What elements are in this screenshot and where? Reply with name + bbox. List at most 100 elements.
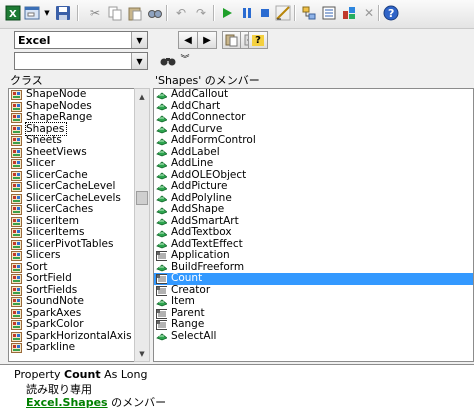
design-mode-icon[interactable] xyxy=(274,4,292,22)
show-hide-search-results-button[interactable]: ︾ xyxy=(178,52,192,68)
class-item-label: Slicers xyxy=(26,249,61,261)
classes-list[interactable]: ShapeNode ShapeNodes ShapeRange Shapes Sheet… xyxy=(8,88,135,362)
library-combo-value: Excel xyxy=(18,34,51,47)
go-forward-button[interactable]: ▶ xyxy=(197,31,217,49)
class-item-label: Sort xyxy=(26,260,48,273)
svg-text:X: X xyxy=(9,9,17,20)
member-item-label: AddFormControl xyxy=(171,134,256,146)
help-icon[interactable]: ? xyxy=(382,4,400,22)
method-icon xyxy=(156,125,167,135)
reset-icon[interactable] xyxy=(256,4,274,22)
members-list[interactable]: AddCallout AddChart AddConnector AddCurve Ad… xyxy=(153,88,474,362)
class-icon xyxy=(11,205,22,215)
excel-icon[interactable]: X xyxy=(4,4,22,22)
classes-scrollbar[interactable]: ▲ ▼ xyxy=(134,88,150,362)
class-icon xyxy=(11,251,22,261)
details-pane: Property Count As Long 読み取り専用 Excel.Shap… xyxy=(0,364,474,415)
find-icon[interactable] xyxy=(146,4,164,22)
member-item-label: AddPolyline xyxy=(171,191,232,204)
class-icon xyxy=(11,136,22,146)
class-icon xyxy=(11,101,22,112)
method-icon xyxy=(156,182,167,192)
undo-icon[interactable]: ↶ xyxy=(172,4,190,22)
class-item-label: SlicerPivotTables xyxy=(26,237,114,250)
class-icon xyxy=(11,320,22,330)
member-of-link[interactable]: Excel.Shapes xyxy=(26,396,108,409)
class-item-label: SlicerItems xyxy=(26,226,85,238)
object-browser-icon[interactable] xyxy=(340,4,358,22)
arrow-left-icon: ◀ xyxy=(184,34,192,46)
class-icon xyxy=(11,182,22,192)
property-icon xyxy=(156,308,167,319)
method-icon xyxy=(156,113,167,123)
paste-icon[interactable] xyxy=(126,4,144,22)
library-combo-chevron-down-icon[interactable]: ▼ xyxy=(131,32,147,48)
member-item-label: AddConnector xyxy=(171,111,246,123)
double-chevron-down-icon: ︾ xyxy=(180,54,190,65)
class-item-label: SoundNote xyxy=(26,295,84,307)
method-icon xyxy=(156,228,167,238)
search-combo-chevron-down-icon[interactable]: ▼ xyxy=(131,53,147,69)
property-icon xyxy=(156,285,167,296)
class-item-label: ShapeRange xyxy=(26,111,93,123)
help-button[interactable]: ? xyxy=(248,31,268,49)
class-item-label: Shapes xyxy=(24,121,68,136)
break-icon[interactable] xyxy=(238,4,256,22)
class-icon xyxy=(11,297,22,307)
class-icon xyxy=(11,193,22,204)
class-item-label: SparkHorizontalAxis xyxy=(26,329,132,342)
method-icon xyxy=(156,136,167,146)
userform-dropdown-icon[interactable]: ▼ xyxy=(42,4,52,22)
class-item-label: ShapeNodes xyxy=(26,99,92,112)
toolbox-icon[interactable]: ✕ xyxy=(360,4,378,22)
library-combo[interactable]: Excel ▼ xyxy=(14,31,148,49)
redo-icon[interactable]: ↷ xyxy=(192,4,210,22)
cut-icon[interactable]: ✂ xyxy=(86,4,104,22)
member-item-label: AddPicture xyxy=(171,180,228,192)
class-icon xyxy=(11,147,22,158)
search-combo[interactable]: ▼ xyxy=(14,52,148,70)
method-icon xyxy=(156,205,167,215)
class-item-label: Sparkline xyxy=(26,341,76,353)
class-item-label: SortFields xyxy=(26,283,78,296)
toolbar: X ▼ ✂ ↶ ↷ ✕ ? xyxy=(0,0,474,29)
save-icon[interactable] xyxy=(54,4,72,22)
class-icon xyxy=(11,285,22,296)
help-question-icon: ? xyxy=(252,34,264,46)
class-item-label: SlicerCache xyxy=(26,168,88,181)
scroll-up-icon[interactable]: ▲ xyxy=(135,89,149,104)
method-icon xyxy=(156,159,167,169)
go-back-button[interactable]: ◀ xyxy=(178,31,198,49)
class-item-label: SparkColor xyxy=(26,318,84,330)
signature-name: Count xyxy=(64,368,101,381)
member-item[interactable]: Creator xyxy=(154,283,473,297)
clipboard-icon xyxy=(225,34,238,47)
member-item-label: AddCurve xyxy=(171,122,223,135)
scroll-thumb[interactable] xyxy=(136,191,148,205)
project-explorer-icon[interactable] xyxy=(300,4,318,22)
run-icon[interactable] xyxy=(218,4,236,22)
member-item-label: AddTextbox xyxy=(171,226,232,238)
class-icon xyxy=(11,170,22,181)
member-item-label: AddShape xyxy=(171,203,225,215)
class-icon xyxy=(11,90,22,100)
classes-header: クラス xyxy=(10,74,150,88)
class-icon xyxy=(11,216,22,227)
svg-text:?: ? xyxy=(388,7,394,20)
class-icon xyxy=(11,331,22,342)
member-item-label: AddChart xyxy=(171,99,221,112)
member-of: Excel.Shapes のメンバー xyxy=(26,394,166,410)
member-item-label: Creator xyxy=(171,283,211,296)
scroll-down-icon[interactable]: ▼ xyxy=(135,346,149,361)
search-button[interactable] xyxy=(160,52,176,68)
copy-icon[interactable] xyxy=(106,4,124,22)
class-item-label: Slicer xyxy=(26,157,56,169)
copy-to-clipboard-button[interactable] xyxy=(222,31,242,49)
member-item[interactable]: SelectAll xyxy=(154,330,473,343)
class-item[interactable]: ShapeRange xyxy=(9,111,134,124)
method-icon xyxy=(156,297,167,307)
class-item[interactable]: Sparkline xyxy=(9,341,134,354)
method-icon xyxy=(156,217,167,227)
properties-icon[interactable] xyxy=(320,4,338,22)
userform-icon[interactable] xyxy=(24,4,42,22)
